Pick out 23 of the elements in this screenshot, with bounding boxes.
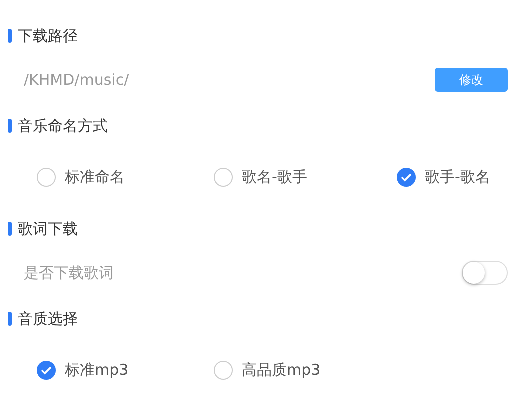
section-marker — [8, 119, 12, 133]
radio-button[interactable] — [214, 360, 233, 380]
radio-button[interactable] — [37, 168, 56, 186]
download-path: /KHMD/music/ — [24, 71, 130, 89]
radio-option[interactable]: 歌手-歌名 — [397, 168, 527, 186]
radio-button[interactable] — [214, 168, 233, 186]
check-icon — [401, 172, 412, 182]
check-icon — [41, 366, 52, 374]
radio-option[interactable]: 标准命名 — [37, 168, 214, 186]
toggle-switch[interactable] — [462, 261, 508, 285]
section-title: 下载路径 — [18, 26, 78, 46]
section-marker — [8, 222, 12, 236]
radio-button[interactable] — [37, 360, 56, 380]
section-title: 音质选择 — [18, 310, 78, 328]
radio-button[interactable] — [397, 168, 416, 186]
section-title: 歌词下载 — [18, 220, 78, 238]
section-marker — [8, 312, 12, 326]
section-marker — [8, 29, 12, 43]
section-title: 音乐命名方式 — [18, 116, 108, 136]
option-label: 是否下载歌词 — [24, 264, 114, 282]
radio-option[interactable]: 高品质mp3 — [214, 360, 397, 380]
radio-option[interactable]: 标准mp3 — [37, 360, 214, 380]
radio-option[interactable]: 歌名-歌手 — [214, 168, 397, 186]
